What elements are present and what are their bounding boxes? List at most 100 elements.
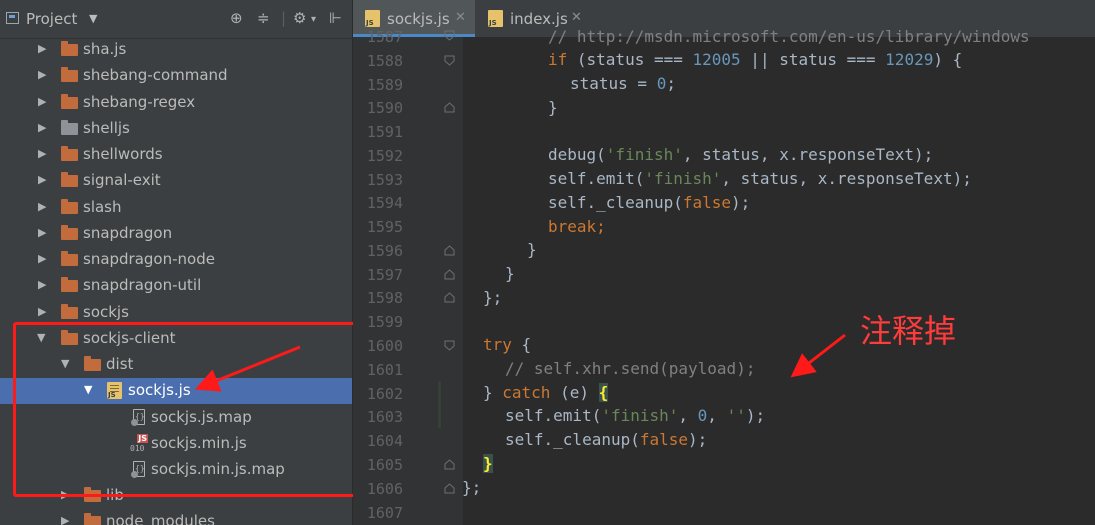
line-number: 1594 [366,194,403,212]
line-number: 1607 [366,504,403,522]
code-line-1604[interactable]: self._cleanup(false); [505,430,707,449]
code-line-1589[interactable]: status = 0; [570,74,676,93]
code-line-1595[interactable]: break; [548,217,606,236]
tree-item-label: snapdragon [83,224,173,242]
fold-marker-icon[interactable] [444,30,455,41]
code-line-1602[interactable]: } catch (e) { [483,383,609,402]
tree-item-snapdragon[interactable]: ▶ snapdragon [0,221,353,247]
folder-icon [61,67,78,82]
chevron-right-icon[interactable]: ▶ [38,68,46,81]
map-file-icon: {} [131,461,145,478]
js-file-icon: JS [365,10,380,27]
close-icon[interactable]: ✕ [455,10,466,25]
tree-item-sockjs-min-js[interactable]: JS 010 sockjs.min.js [0,431,353,457]
collapse-all-icon[interactable]: ≑ [257,9,270,27]
chevron-right-icon[interactable]: ▶ [38,42,46,55]
code-line-1606[interactable]: }; [462,478,481,497]
folder-icon [61,251,78,266]
code-line-1594[interactable]: self._cleanup(false); [548,193,750,212]
code-token: ) { [933,50,963,69]
folder-icon [61,330,78,345]
code-line-1605[interactable]: } [483,454,493,473]
fold-marker-icon[interactable] [444,483,455,494]
chevron-right-icon[interactable]: ▶ [61,514,69,525]
chevron-down-icon[interactable]: ▼ [84,383,92,396]
tree-item-sha-js[interactable]: ▶ sha.js [0,37,353,63]
tree-item-sockjs[interactable]: ▶ sockjs [0,300,353,326]
target-icon[interactable]: ⊕ [230,9,243,27]
close-icon[interactable]: ✕ [571,10,582,25]
tree-item-sockjs-min-js-map[interactable]: {} sockjs.min.js.map [0,457,353,483]
code-line-1588[interactable]: if (status === 12005 || status === 12029… [548,50,962,69]
project-icon [6,12,19,24]
tree-item-sockjs-client[interactable]: ▼ sockjs-client [0,326,353,352]
fold-marker-icon[interactable] [444,102,455,113]
minified-js-file-icon: JS 010 [130,434,148,453]
tree-item-lib[interactable]: ▶ lib [0,483,353,509]
tree-item-sockjs-js[interactable]: ▼ JS sockjs.js [0,378,353,404]
code-line-1593[interactable]: self.emit('finish', status, x.responseTe… [548,169,972,188]
tree-item-label: sockjs-client [83,329,176,347]
code-token: status = [570,74,657,93]
tree-item-shellwords[interactable]: ▶ shellwords [0,142,353,168]
fold-marker-icon[interactable] [444,292,455,303]
line-number: 1604 [366,432,403,450]
code-line-1592[interactable]: debug('finish', status, x.responseText); [548,145,933,164]
tree-item-shebang-regex[interactable]: ▶ shebang-regex [0,90,353,116]
chevron-right-icon[interactable]: ▶ [38,252,46,265]
code-token: if [548,50,568,69]
fold-marker-icon[interactable] [444,269,455,280]
tree-item-shebang-command[interactable]: ▶ shebang-command [0,63,353,89]
code-line-1603[interactable]: self.emit('finish', 0, ''); [505,406,765,425]
tree-item-node-modules[interactable]: ▶ node_modules [0,509,353,525]
chevron-right-icon[interactable]: ▶ [38,121,46,134]
code-line-1587[interactable]: // http://msdn.microsoft.com/en-us/libra… [548,27,1030,46]
code-line-1590[interactable]: } [548,98,558,117]
tree-item-dist[interactable]: ▼ dist [0,352,353,378]
hide-panel-icon[interactable]: ⊩ [329,9,342,27]
tree-item-label: signal-exit [83,171,161,189]
chevron-down-icon[interactable]: ▼ [37,331,45,344]
line-number: 1589 [366,76,403,94]
tree-item-signal-exit[interactable]: ▶ signal-exit [0,168,353,194]
code-line-1596[interactable]: } [527,240,537,259]
js-file-icon: JS [107,382,122,399]
chevron-right-icon[interactable]: ▶ [38,95,46,108]
code-line-1598[interactable]: }; [483,288,502,307]
fold-marker-icon[interactable] [444,55,455,66]
line-number: 1595 [366,218,403,236]
chevron-right-icon[interactable]: ▶ [38,278,46,291]
code-line-1601[interactable]: // self.xhr.send(payload); [505,359,755,378]
tree-item-shelljs[interactable]: ▶ shelljs [0,116,353,142]
fold-marker-icon[interactable] [444,340,455,351]
chevron-right-icon[interactable]: ▶ [38,173,46,186]
tree-item-slash[interactable]: ▶ slash [0,195,353,221]
project-panel-title[interactable]: Project [26,10,77,28]
chevron-right-icon[interactable]: ▶ [61,488,69,501]
chevron-right-icon[interactable]: ▶ [38,147,46,160]
project-panel-header: Project ▼ ⊕ ≑ | ⚙ ▾ ⊩ [0,0,353,39]
chevron-down-icon[interactable]: ▼ [61,357,69,370]
fold-marker-icon[interactable] [444,245,455,256]
chevron-right-icon[interactable]: ▶ [38,200,46,213]
code-line-1600[interactable]: try { [483,335,531,354]
code-editor[interactable] [463,37,1095,525]
chevron-right-icon[interactable]: ▶ [38,226,46,239]
chevron-right-icon[interactable]: ▶ [38,305,46,318]
code-token: { [511,335,532,354]
code-token: '' [726,406,746,425]
matched-brace: } [483,454,493,473]
code-token: self.emit( [548,169,645,188]
line-number: 1592 [366,147,403,165]
line-number: 1588 [366,52,403,70]
tree-item-sockjs-js-map[interactable]: {} sockjs.js.map [0,405,353,431]
fold-marker-icon[interactable] [444,459,455,470]
gear-icon[interactable]: ⚙ [293,9,306,27]
chevron-down-icon[interactable]: ▼ [89,12,97,25]
tree-item-snapdragon-util[interactable]: ▶ snapdragon-util [0,273,353,299]
code-line-1597[interactable]: } [505,264,515,283]
gear-dropdown-icon[interactable]: ▾ [311,14,316,25]
code-token: catch [502,383,551,402]
line-number: 1598 [366,289,403,307]
tree-item-snapdragon-node[interactable]: ▶ snapdragon-node [0,247,353,273]
